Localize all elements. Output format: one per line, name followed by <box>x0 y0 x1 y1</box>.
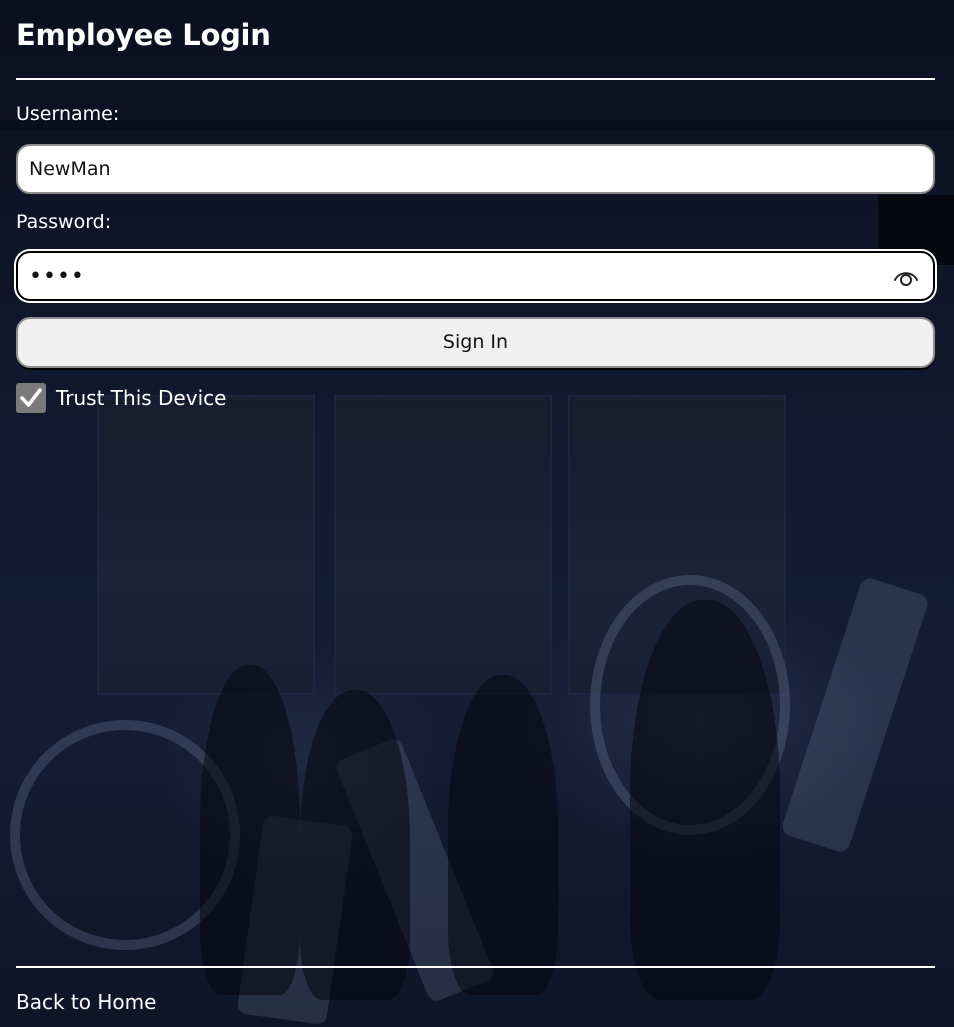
header-divider <box>16 78 935 80</box>
checkmark-icon <box>20 388 42 407</box>
login-panel: Employee Login Username: Password: Sign … <box>16 0 935 1027</box>
page-title: Employee Login <box>16 18 271 52</box>
username-label: Username: <box>16 103 120 125</box>
trust-device-toggle[interactable]: Trust This Device <box>16 383 226 413</box>
trust-device-checkbox[interactable] <box>16 383 46 413</box>
login-page: Employee Login Username: Password: Sign … <box>0 0 954 1027</box>
footer-divider <box>16 966 935 968</box>
password-input[interactable] <box>18 253 933 299</box>
password-field-wrapper <box>16 251 935 301</box>
sign-in-button[interactable]: Sign In <box>16 317 935 368</box>
trust-device-label: Trust This Device <box>56 386 227 410</box>
eye-icon[interactable] <box>893 266 919 288</box>
username-field-wrapper <box>16 144 935 194</box>
password-label: Password: <box>16 211 112 233</box>
back-to-home-link[interactable]: Back to Home <box>16 990 156 1014</box>
username-input[interactable] <box>18 146 933 192</box>
